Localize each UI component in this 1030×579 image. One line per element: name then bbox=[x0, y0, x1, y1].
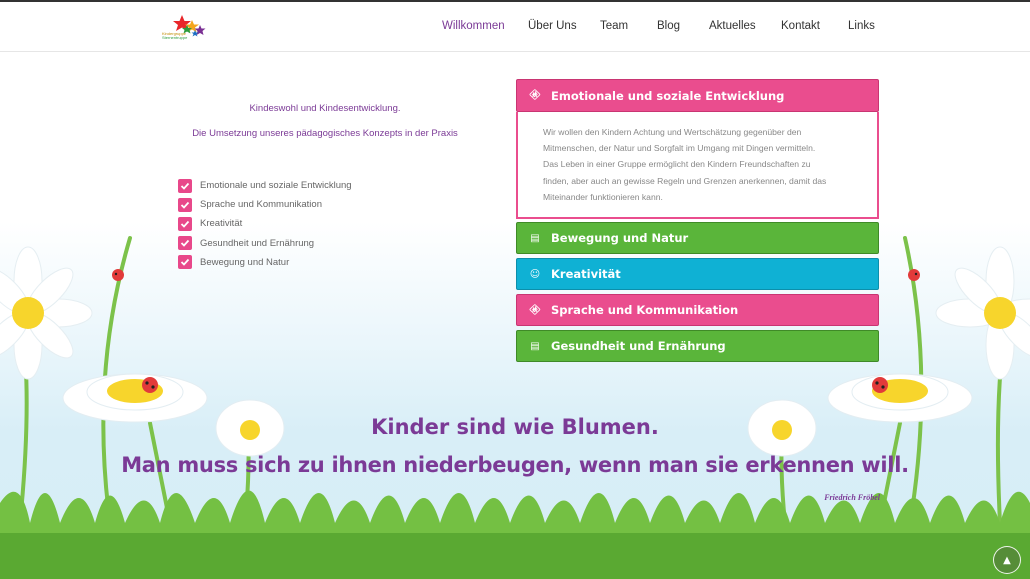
chevron-up-icon: ▲ bbox=[1003, 554, 1011, 566]
intro-line1: Kindeswohl und Kindesentwicklung. bbox=[249, 103, 401, 114]
accordion-tab-label: Bewegung und Natur bbox=[551, 231, 689, 245]
checkmark-icon bbox=[178, 178, 192, 193]
nav-item-willkommen[interactable]: Willkommen bbox=[442, 20, 505, 32]
nav-item-aktuelles[interactable]: Aktuelles bbox=[709, 20, 756, 32]
accordion-tab-sprache-kommunikation[interactable]: 🚸︎ Sprache und Kommunikation bbox=[516, 294, 879, 326]
scroll-to-top-button[interactable]: ▲ bbox=[993, 546, 1021, 574]
accordion-tab-kreativitaet[interactable]: ☺ Kreativität bbox=[516, 258, 879, 290]
checkmark-icon bbox=[178, 197, 192, 212]
accordion-tab-label: Sprache und Kommunikation bbox=[551, 303, 739, 317]
child-icon: 🚸︎ bbox=[528, 304, 542, 316]
checklist-label: Bewegung und Natur bbox=[200, 256, 290, 268]
accordion-tab-emotionale-entwicklung[interactable]: 🚸︎ Emotionale und soziale Entwicklung bbox=[516, 79, 879, 112]
nav-item-links[interactable]: Links bbox=[848, 20, 875, 32]
accordion-body-line: Wir wollen den Kindern Achtung und Werts… bbox=[543, 127, 802, 137]
checkmark-icon bbox=[178, 216, 192, 231]
quote-author: Friedrich Fröbel bbox=[824, 493, 880, 502]
nav-item-ueber-uns[interactable]: Über Uns bbox=[528, 20, 577, 32]
list-item: Gesundheit und Ernährung bbox=[178, 234, 352, 253]
accordion-tab-label: Gesundheit und Ernährung bbox=[551, 339, 726, 353]
book-icon: ▤ bbox=[530, 340, 540, 352]
accordion-tab-bewegung-natur[interactable]: ▤ Bewegung und Natur bbox=[516, 222, 879, 254]
accordion-tab-label: Emotionale und soziale Entwicklung bbox=[551, 88, 785, 103]
accordion-body-line: Miteinander funktionieren kann. bbox=[543, 191, 663, 202]
accordion-body-emotionale-entwicklung: Wir wollen den Kindern Achtung und Werts… bbox=[516, 112, 879, 219]
accordion-body-line: finden, aber auch an gewisse Regeln und … bbox=[543, 175, 827, 186]
list-item: Kreativität bbox=[178, 214, 352, 233]
pillar-checklist: Emotionale und soziale Entwicklung Sprac… bbox=[178, 176, 352, 272]
logo-text: Kindergruppe Sternentruppe bbox=[162, 32, 187, 40]
accordion-tab-gesundheit-ernaehrung[interactable]: ▤ Gesundheit und Ernährung bbox=[516, 330, 879, 362]
smile-icon: ☺ bbox=[529, 268, 541, 280]
checklist-label: Gesundheit und Ernährung bbox=[200, 237, 315, 249]
nav-item-blog[interactable]: Blog bbox=[657, 20, 680, 32]
quote-line1: Kinder sind wie Blumen. bbox=[371, 415, 659, 439]
checkmark-icon bbox=[178, 255, 192, 270]
list-item: Sprache und Kommunikation bbox=[178, 195, 352, 214]
accordion-body-line: Das Leben in einer Gruppe ermöglicht den… bbox=[543, 159, 811, 170]
intro-line2: Die Umsetzung unseres pädagogisches Konz… bbox=[192, 128, 458, 139]
list-item: Bewegung und Natur bbox=[178, 253, 352, 272]
site-header: Kindergruppe Sternentruppe Willkommen Üb… bbox=[0, 2, 1030, 52]
checklist-label: Emotionale und soziale Entwicklung bbox=[200, 180, 352, 192]
hero-scene: Kindeswohl und Kindesentwicklung. Die Um… bbox=[0, 53, 1030, 579]
checklist-label: Sprache und Kommunikation bbox=[200, 199, 322, 211]
daisy-left-large bbox=[0, 246, 93, 380]
checklist-label: Kreativität bbox=[200, 218, 243, 230]
logo-text-line2: Sternentruppe bbox=[162, 35, 188, 40]
nav-item-team[interactable]: Team bbox=[600, 20, 628, 32]
list-item: Emotionale und soziale Entwicklung bbox=[178, 176, 352, 195]
checkmark-icon bbox=[178, 236, 192, 251]
quote-line2: Man muss sich zu ihnen niederbeugen, wen… bbox=[121, 453, 909, 477]
child-icon: 🚸︎ bbox=[528, 90, 542, 101]
accordion-body-line: Mitmenschen, der Natur und Sorgfalt im U… bbox=[543, 143, 816, 154]
nav-item-kontakt[interactable]: Kontakt bbox=[781, 20, 820, 32]
accordion-tab-label: Kreativität bbox=[551, 267, 621, 281]
book-icon: ▤ bbox=[530, 232, 540, 244]
